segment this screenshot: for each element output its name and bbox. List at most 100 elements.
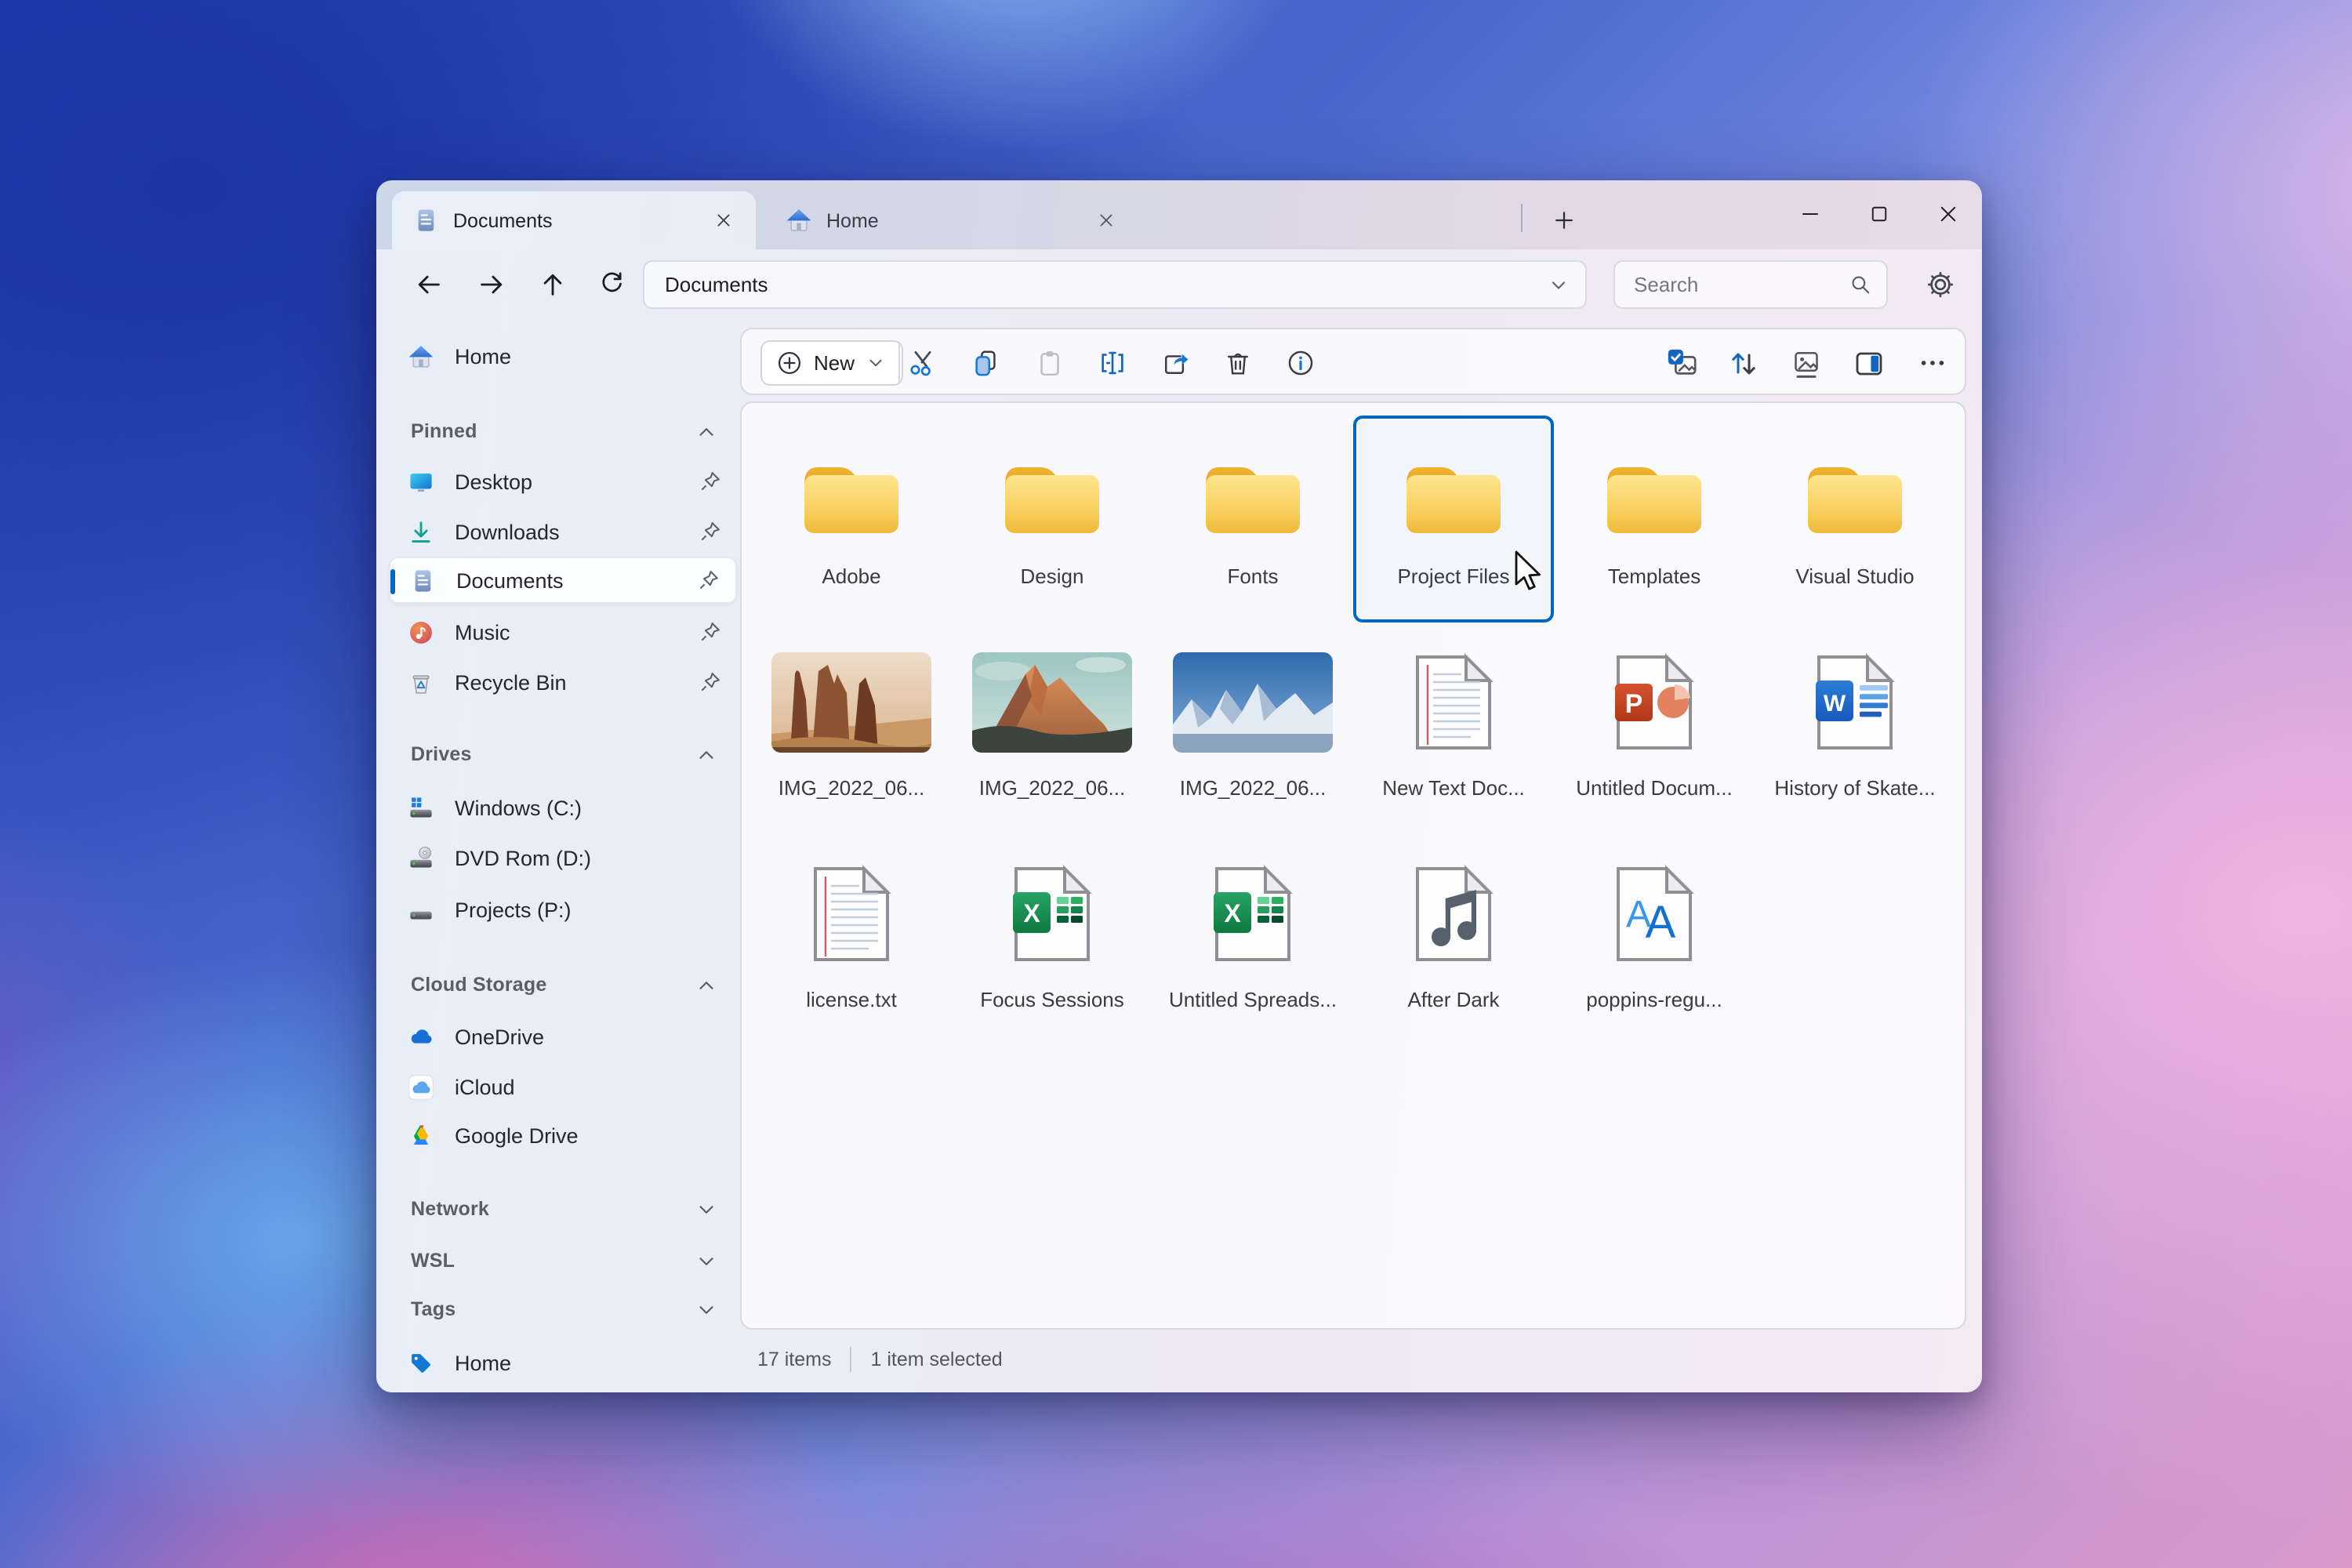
sidebar-item-home[interactable]: Home <box>389 332 737 379</box>
pin-icon[interactable] <box>696 568 721 593</box>
sidebar-section-network[interactable]: Network <box>389 1187 737 1231</box>
maximize-icon <box>1871 205 1886 221</box>
file-tile-folder[interactable]: Design <box>952 416 1152 622</box>
document-icon <box>409 567 436 593</box>
file-tile-powerpoint[interactable]: P Untitled Docum... <box>1554 627 1755 834</box>
forward-button[interactable] <box>464 257 517 310</box>
sidebar-item-tag-home[interactable]: Home <box>389 1339 737 1386</box>
file-tile-folder[interactable]: Fonts <box>1152 416 1353 622</box>
refresh-icon <box>602 272 622 292</box>
file-tile-folder[interactable]: Adobe <box>751 416 952 622</box>
copy-button[interactable] <box>958 337 1011 389</box>
text-document-icon <box>809 864 894 964</box>
tab-close-icon[interactable] <box>706 203 740 238</box>
pin-icon[interactable] <box>698 469 723 494</box>
chevron-down-icon[interactable] <box>1548 274 1570 296</box>
close-button[interactable] <box>1913 188 1982 238</box>
sidebar-section-drives[interactable]: Drives <box>389 732 737 776</box>
share-button[interactable] <box>1148 337 1201 389</box>
search-input[interactable]: Search <box>1613 260 1888 309</box>
file-name: Fonts <box>1227 564 1279 588</box>
svg-text:P: P <box>1625 689 1643 719</box>
tag-icon <box>412 1353 430 1372</box>
back-button[interactable] <box>401 257 455 310</box>
windows-drive-icon <box>408 797 434 821</box>
sidebar-item-google-drive[interactable]: Google Drive <box>389 1112 737 1159</box>
maximize-button[interactable] <box>1844 188 1913 238</box>
rename-button[interactable] <box>1085 337 1138 389</box>
file-tile-image[interactable]: IMG_2022_06... <box>952 627 1152 834</box>
file-tile-folder[interactable]: Templates <box>1554 416 1755 622</box>
file-tile-image[interactable]: IMG_2022_06... <box>751 627 952 834</box>
file-tile-text-document[interactable]: license.txt <box>751 839 952 1046</box>
image-preview-icon <box>1791 347 1822 377</box>
sidebar-section-cloud-storage[interactable]: Cloud Storage <box>389 963 737 1007</box>
tab-home[interactable]: Home <box>765 191 1138 249</box>
section-title: Drives <box>411 743 472 765</box>
trash-icon <box>1226 353 1248 375</box>
select-toggle-button[interactable] <box>1654 337 1708 389</box>
details-pane-button[interactable] <box>1842 337 1896 389</box>
sort-button[interactable] <box>1717 337 1770 389</box>
tab-documents[interactable]: Documents <box>392 191 756 249</box>
sidebar-item-music[interactable]: Music <box>389 608 737 655</box>
recycle-bin-icon <box>412 674 430 693</box>
minimize-button[interactable] <box>1775 188 1844 238</box>
paste-button[interactable] <box>1022 337 1076 389</box>
new-button[interactable]: New <box>760 340 904 386</box>
dvd-drive-icon <box>408 845 434 871</box>
section-title: Network <box>411 1198 490 1220</box>
refresh-button[interactable] <box>585 257 638 310</box>
sidebar-item-label: Google Drive <box>455 1123 579 1147</box>
new-button-label: New <box>814 351 855 375</box>
tab-label: Documents <box>453 209 553 231</box>
pin-icon[interactable] <box>698 619 723 644</box>
address-bar[interactable]: Documents <box>643 260 1587 309</box>
file-tile-image[interactable]: IMG_2022_06... <box>1152 627 1353 834</box>
file-name: IMG_2022_06... <box>778 776 925 800</box>
sidebar-item-desktop[interactable]: Desktop <box>389 458 737 505</box>
file-tile-text-document[interactable]: New Text Doc... <box>1353 627 1554 834</box>
file-name: History of Skate... <box>1774 776 1936 800</box>
sidebar-item-icloud[interactable]: iCloud <box>389 1063 737 1110</box>
new-tab-button[interactable] <box>1543 199 1584 240</box>
file-tile-word[interactable]: W History of Skate... <box>1755 627 1955 834</box>
settings-button[interactable] <box>1913 257 1966 310</box>
sidebar-section-pinned[interactable]: Pinned <box>389 409 737 453</box>
sidebar-section-wsl[interactable]: WSL <box>389 1239 737 1283</box>
sidebar-item-documents[interactable]: Documents <box>389 557 737 604</box>
file-tile-font[interactable]: A A poppins-regu... <box>1554 839 1755 1046</box>
sidebar-section-tags[interactable]: Tags <box>389 1287 737 1331</box>
gear-icon <box>1926 270 1953 297</box>
file-name: Focus Sessions <box>980 988 1124 1011</box>
file-name: IMG_2022_06... <box>978 776 1126 800</box>
sidebar-item-recycle-bin[interactable]: Recycle Bin <box>389 659 737 706</box>
file-tile-folder[interactable]: Visual Studio <box>1755 416 1955 622</box>
preview-button[interactable] <box>1780 337 1833 389</box>
mouse-cursor <box>1515 550 1541 590</box>
sidebar-item-downloads[interactable]: Downloads <box>389 508 737 555</box>
tab-close-icon[interactable] <box>1088 203 1123 238</box>
sidebar-item-label: Downloads <box>455 520 560 543</box>
pin-icon[interactable] <box>698 670 723 695</box>
delete-button[interactable] <box>1210 337 1264 389</box>
svg-text:W: W <box>1824 691 1846 717</box>
more-options-button[interactable] <box>1905 337 1958 389</box>
sidebar-item-dvd-d[interactable]: DVD Rom (D:) <box>389 834 737 881</box>
file-tile-audio[interactable]: After Dark <box>1353 839 1554 1046</box>
sidebar-item-label: Projects (P:) <box>455 898 572 921</box>
sidebar-item-label: iCloud <box>455 1075 515 1098</box>
sidebar-item-projects-p[interactable]: Projects (P:) <box>389 886 737 933</box>
pin-icon[interactable] <box>698 519 723 544</box>
sidebar-item-onedrive[interactable]: OneDrive <box>389 1013 737 1060</box>
document-icon <box>412 207 439 234</box>
up-button[interactable] <box>525 257 579 310</box>
file-tile-excel[interactable]: Untitled Spreads... <box>1152 839 1353 1046</box>
sidebar-item-windows-c[interactable]: Windows (C:) <box>389 784 737 831</box>
tab-label: Home <box>826 209 879 231</box>
file-tile-excel[interactable]: Focus Sessions <box>952 839 1152 1046</box>
font-document-icon: A A <box>1612 864 1697 964</box>
cut-button[interactable] <box>895 337 949 389</box>
info-button[interactable] <box>1273 337 1327 389</box>
folder-icon <box>1195 444 1311 538</box>
